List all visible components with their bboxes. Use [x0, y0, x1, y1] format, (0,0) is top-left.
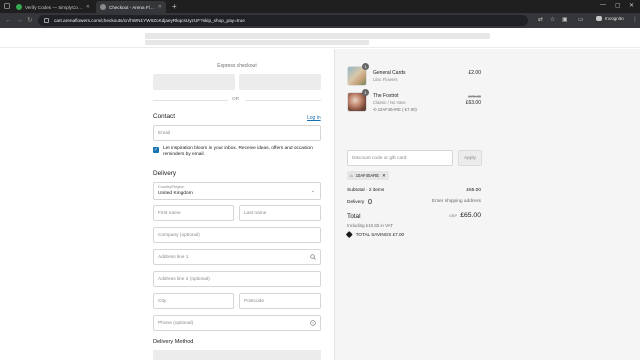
applied-code: 10AF40ARE: [355, 173, 379, 178]
delivery-row: Delivery: [347, 199, 373, 205]
arena-flowers-favicon-icon: [100, 4, 106, 10]
item-discount: ⟲ 10AF40ARE (-£7.00): [373, 107, 417, 112]
postcode-field[interactable]: Postcode: [239, 293, 321, 309]
apply-button[interactable]: Apply: [458, 150, 482, 166]
currency-code: GBP: [448, 213, 458, 218]
profile-incognito[interactable]: Incognito: [596, 16, 624, 21]
total-label: Total: [347, 213, 361, 220]
discount-code-input[interactable]: Discount code or gift card: [347, 150, 453, 166]
quantity-badge: 1: [362, 63, 369, 70]
translate-icon[interactable]: ⇄: [538, 17, 544, 23]
minimize-icon[interactable]: —: [600, 2, 606, 8]
phone-field[interactable]: Phone (optional) ?: [153, 315, 321, 331]
forward-icon[interactable]: →: [16, 16, 23, 25]
delivery-heading: Delivery: [153, 170, 177, 177]
menu-kebab-icon[interactable]: ⋮: [632, 17, 638, 23]
skeleton-bar: [145, 33, 490, 39]
newsletter-checkbox[interactable]: ✓: [153, 147, 159, 153]
divider: [153, 100, 228, 101]
express-checkout-title: Express checkout: [217, 63, 257, 69]
item-discount-text: 10AF40ARE (-£7.00): [377, 107, 417, 112]
tab-verify-codes[interactable]: Verify Codes — SimplyCodes ✕: [12, 1, 94, 13]
incognito-label: Incognito: [605, 16, 624, 21]
search-icon: [310, 254, 316, 260]
first-name-field[interactable]: First name: [153, 205, 234, 221]
close-tab-icon[interactable]: ✕: [86, 4, 90, 10]
tab-title: Verify Codes — SimplyCodes: [25, 4, 83, 10]
skeleton-bar: [145, 40, 369, 45]
divider: [246, 100, 321, 101]
tab-title: Checkout - Arena Flowers: [109, 4, 155, 10]
site-settings-icon[interactable]: [44, 18, 49, 23]
city-field[interactable]: City: [153, 293, 234, 309]
total-value: £65.00: [460, 212, 481, 219]
close-icon[interactable]: ✕: [629, 2, 634, 9]
item-name: The Foxtrot: [373, 93, 399, 99]
vat-note: Including £10.83 in VAT: [347, 223, 393, 228]
savings-tag-icon: [346, 231, 353, 238]
address-url[interactable]: cart.arenaflowers.com/checkouts/cn/hWN1Y…: [54, 18, 245, 23]
delivery-method-placeholder: [153, 350, 321, 360]
delivery-value: Enter shipping address: [431, 199, 481, 204]
bookmark-star-icon[interactable]: ☆: [550, 17, 556, 23]
address-bar[interactable]: cart.arenaflowers.com/checkouts/cn/hWN1Y…: [38, 15, 528, 26]
subtotal-label: Subtotal · 2 items: [347, 188, 385, 193]
delivery-label: Delivery: [347, 200, 365, 205]
savings-label: TOTAL SAVINGS: [355, 232, 392, 237]
log-in-link[interactable]: Log in: [307, 115, 321, 121]
address-line-1-field[interactable]: Address line 1: [153, 249, 321, 265]
country-select[interactable]: Country/Region United Kingdom ⌄: [153, 182, 321, 200]
incognito-icon: [596, 16, 602, 21]
express-pay-button[interactable]: [153, 74, 235, 90]
item-variant: Classic / No Vase: [373, 100, 406, 105]
discount-tag-icon: ⌂: [350, 173, 353, 178]
address-line-1-placeholder: Address line 1: [158, 254, 189, 260]
tab-checkout[interactable]: Checkout - Arena Flowers ✕: [96, 1, 166, 13]
help-circle-icon[interactable]: ?: [310, 320, 316, 326]
back-icon[interactable]: ←: [5, 16, 12, 25]
company-field[interactable]: Company (optional): [153, 227, 321, 243]
phone-placeholder: Phone (optional): [158, 320, 194, 326]
savings-value: £7.00: [392, 232, 405, 237]
express-pay-button[interactable]: [239, 74, 321, 90]
total-savings: TOTAL SAVINGS £7.00: [346, 231, 405, 238]
item-name: General Cards: [373, 70, 406, 76]
new-tab-icon[interactable]: +: [172, 2, 177, 11]
item-price: £63.00: [465, 100, 481, 106]
extensions-icon[interactable]: ▣: [562, 17, 568, 23]
item-variant: Lilac Flowers: [373, 77, 398, 82]
checkout-page: Express checkout OR Contact Log in Email…: [0, 28, 640, 360]
discount-tag-icon: ⟲: [373, 107, 377, 112]
close-tab-icon[interactable]: ✕: [158, 4, 162, 10]
split-view-icon[interactable]: ▭: [578, 17, 584, 23]
simplycodes-favicon-icon: [16, 4, 22, 10]
item-price: £2.00: [468, 70, 481, 76]
reload-icon[interactable]: ↻: [27, 16, 33, 25]
or-divider-label: OR: [232, 97, 240, 102]
applied-discount-tag: ⌂ 10AF40ARE ✕: [347, 171, 389, 180]
svg-text:?: ?: [312, 321, 314, 325]
item-original-price: £70.00: [468, 94, 481, 99]
remove-discount-icon[interactable]: ✕: [382, 173, 386, 179]
browser-toolbar: ← → ↻ cart.arenaflowers.com/checkouts/cn…: [0, 13, 640, 28]
chevron-down-icon: ⌄: [310, 188, 315, 194]
tab-search-icon[interactable]: [4, 3, 10, 9]
browser-tab-strip: Verify Codes — SimplyCodes ✕ Checkout - …: [0, 0, 640, 13]
country-value: United Kingdom: [158, 191, 193, 196]
last-name-field[interactable]: Last name: [239, 205, 321, 221]
newsletter-label: Let inspiration bloom in your inbox. Rec…: [163, 146, 313, 158]
address-line-2-field[interactable]: Address line 2 (optional): [153, 271, 321, 287]
header-loading-skeleton: [0, 28, 640, 48]
total-amount: GBP £65.00: [449, 212, 481, 219]
email-field[interactable]: Email: [153, 125, 321, 141]
info-icon[interactable]: [367, 199, 373, 204]
delivery-method-heading: Delivery Method: [153, 339, 194, 345]
quantity-badge: 1: [362, 89, 369, 96]
subtotal-value: £65.00: [466, 188, 481, 193]
country-label: Country/Region: [158, 185, 185, 189]
maximize-icon[interactable]: ▢: [615, 2, 621, 9]
contact-heading: Contact: [153, 113, 176, 120]
